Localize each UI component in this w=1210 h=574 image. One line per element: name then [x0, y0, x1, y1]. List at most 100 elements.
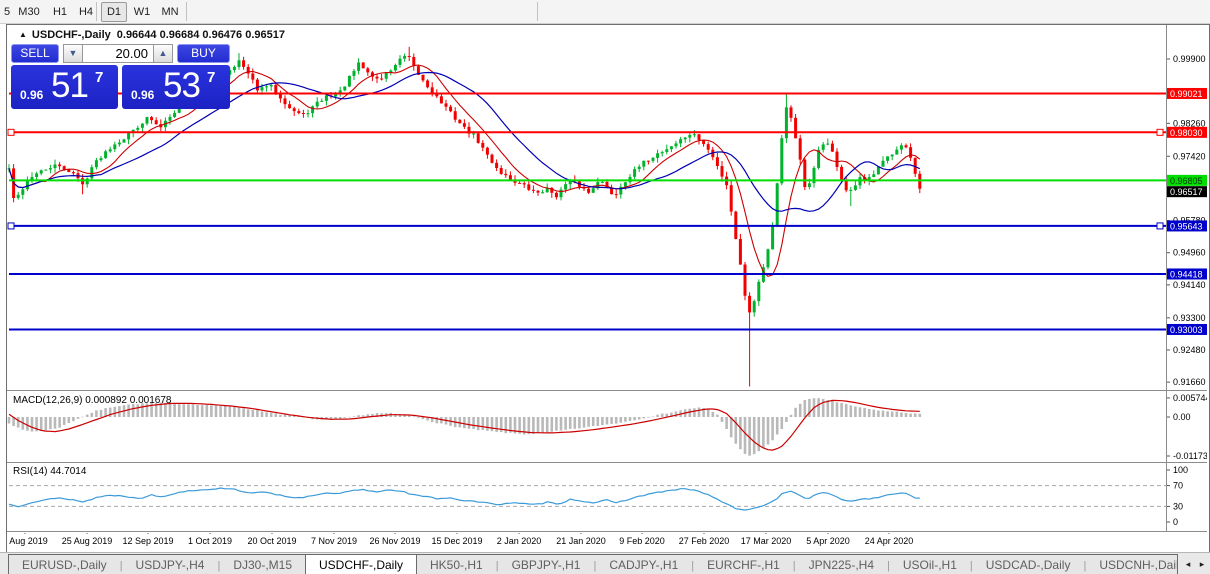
macd-bar — [348, 417, 351, 418]
macd-bar — [537, 417, 540, 433]
macd-bar — [615, 417, 618, 424]
chart-tab-usdcnh-daily[interactable]: USDCNH-,Daily — [1086, 555, 1178, 574]
svg-text:0.97420: 0.97420 — [1173, 151, 1206, 161]
chart-tab-dj30-m15[interactable]: DJ30-,M15 — [220, 555, 305, 574]
date-label: 27 Feb 2020 — [679, 536, 730, 546]
sell-quote-button[interactable]: 0.96 51 7 — [11, 65, 118, 109]
svg-text:100: 100 — [1173, 465, 1188, 475]
candle — [886, 156, 889, 160]
level-handle[interactable] — [8, 129, 14, 135]
candle — [688, 135, 691, 138]
chart-ohlc-values: 0.96644 0.96684 0.96476 0.96517 — [117, 29, 285, 41]
candle — [44, 170, 47, 171]
volume-decrease-button[interactable]: ▼ — [63, 44, 83, 63]
macd-bar — [463, 417, 466, 428]
macd-bar — [785, 417, 788, 422]
chart-tab-usoil-h1[interactable]: USOil-,H1 — [890, 555, 970, 574]
macd-bar — [279, 415, 282, 417]
macd-bar — [229, 406, 232, 417]
chart-tab-usdcad-daily[interactable]: USDCAD-,Daily — [973, 555, 1084, 574]
macd-bar — [215, 406, 218, 418]
candle — [146, 117, 149, 124]
candle — [311, 106, 314, 113]
date-label: 15 Dec 2019 — [431, 536, 482, 546]
macd-bar — [863, 408, 866, 417]
candle — [458, 120, 461, 123]
timeframe-button-h1[interactable]: H1 — [48, 2, 72, 22]
chart-tab-eurchf-h1[interactable]: EURCHF-,H1 — [694, 555, 793, 574]
candle — [72, 172, 75, 173]
candle — [785, 107, 788, 138]
timeframe-button-mn[interactable]: MN — [156, 2, 184, 22]
buy-quote-button[interactable]: 0.96 53 7 — [122, 65, 230, 109]
candle — [537, 191, 540, 193]
tab-scroll-right-button[interactable]: ▸ — [1196, 557, 1208, 571]
chart-tab-usdchf-daily[interactable]: USDCHF-,Daily — [305, 555, 417, 574]
volume-increase-button[interactable]: ▲ — [153, 44, 173, 63]
macd-bar — [638, 417, 641, 420]
macd-bar — [417, 417, 420, 418]
macd-bar — [137, 404, 140, 417]
candle — [366, 68, 369, 72]
candle — [54, 165, 57, 169]
macd-bar — [730, 417, 733, 437]
macd-bar — [284, 415, 287, 417]
date-label: 26 Nov 2019 — [369, 536, 420, 546]
timeframe-button-h4[interactable]: H4 — [74, 2, 98, 22]
macd-bar — [233, 407, 236, 417]
sell-button[interactable]: SELL — [11, 44, 59, 63]
macd-bar — [68, 417, 71, 423]
level-handle[interactable] — [1157, 223, 1163, 229]
chart-window: ▲USDCHF-,Daily0.96644 0.96684 0.96476 0.… — [6, 24, 1210, 554]
chart-tab-hk50-h1[interactable]: HK50-,H1 — [417, 555, 496, 574]
level-handle[interactable] — [8, 223, 14, 229]
macd-bar — [173, 403, 176, 417]
macd-bar — [725, 417, 728, 429]
candle — [707, 144, 710, 150]
macd-bar — [739, 417, 742, 449]
candle — [675, 143, 678, 146]
chart-tab-usdjpy-h4[interactable]: USDJPY-,H4 — [123, 555, 218, 574]
timeframe-button-d1[interactable]: D1 — [101, 2, 127, 22]
timeframe-button-m30[interactable]: M30 — [14, 2, 44, 22]
chart-tab-eurusd-daily[interactable]: EURUSD-,Daily — [9, 555, 120, 574]
macd-bar — [569, 417, 572, 429]
candle — [169, 117, 172, 121]
candle — [895, 150, 898, 155]
macd-bar — [206, 405, 209, 417]
candle — [670, 146, 673, 149]
timeframe-button-w1[interactable]: W1 — [129, 2, 155, 22]
rsi-panel[interactable]: RSI(14) 44.7014 — [9, 466, 1166, 510]
volume-input[interactable]: 20.00 — [82, 44, 154, 63]
candle — [100, 158, 103, 160]
macd-bar — [482, 417, 485, 430]
candle — [320, 101, 323, 102]
candle — [408, 56, 411, 57]
timeframe-button-5[interactable]: 5 — [1, 2, 13, 22]
chart-tab-gbpjpy-h1[interactable]: GBPJPY-,H1 — [499, 555, 594, 574]
level-handle[interactable] — [1157, 129, 1163, 135]
macd-bar — [247, 409, 250, 417]
svg-text:0.91660: 0.91660 — [1173, 377, 1206, 387]
macd-bar — [840, 403, 843, 417]
chart-tab-cadjpy-h1[interactable]: CADJPY-,H1 — [596, 555, 691, 574]
macd-bar — [192, 404, 195, 417]
macd-bar — [831, 401, 834, 417]
candle — [454, 111, 457, 120]
chart-tab-jpn225-h4[interactable]: JPN225-,H4 — [796, 555, 887, 574]
macd-panel[interactable]: MACD(12,26,9) 0.000892 0.001678 — [8, 395, 921, 456]
macd-bar — [610, 417, 613, 424]
buy-button[interactable]: BUY — [177, 44, 230, 63]
candle — [95, 160, 98, 167]
candle — [518, 183, 521, 184]
macd-bar — [114, 407, 117, 417]
toolbar-separator — [186, 2, 187, 21]
macd-bar — [219, 406, 222, 417]
candle — [449, 107, 452, 112]
tab-scroll-left-button[interactable]: ◂ — [1182, 557, 1194, 571]
candle — [840, 167, 843, 180]
svg-text:0: 0 — [1173, 517, 1178, 527]
svg-text:0.94418: 0.94418 — [1170, 269, 1203, 279]
macd-bar — [716, 415, 719, 417]
macd-bar — [261, 411, 264, 417]
